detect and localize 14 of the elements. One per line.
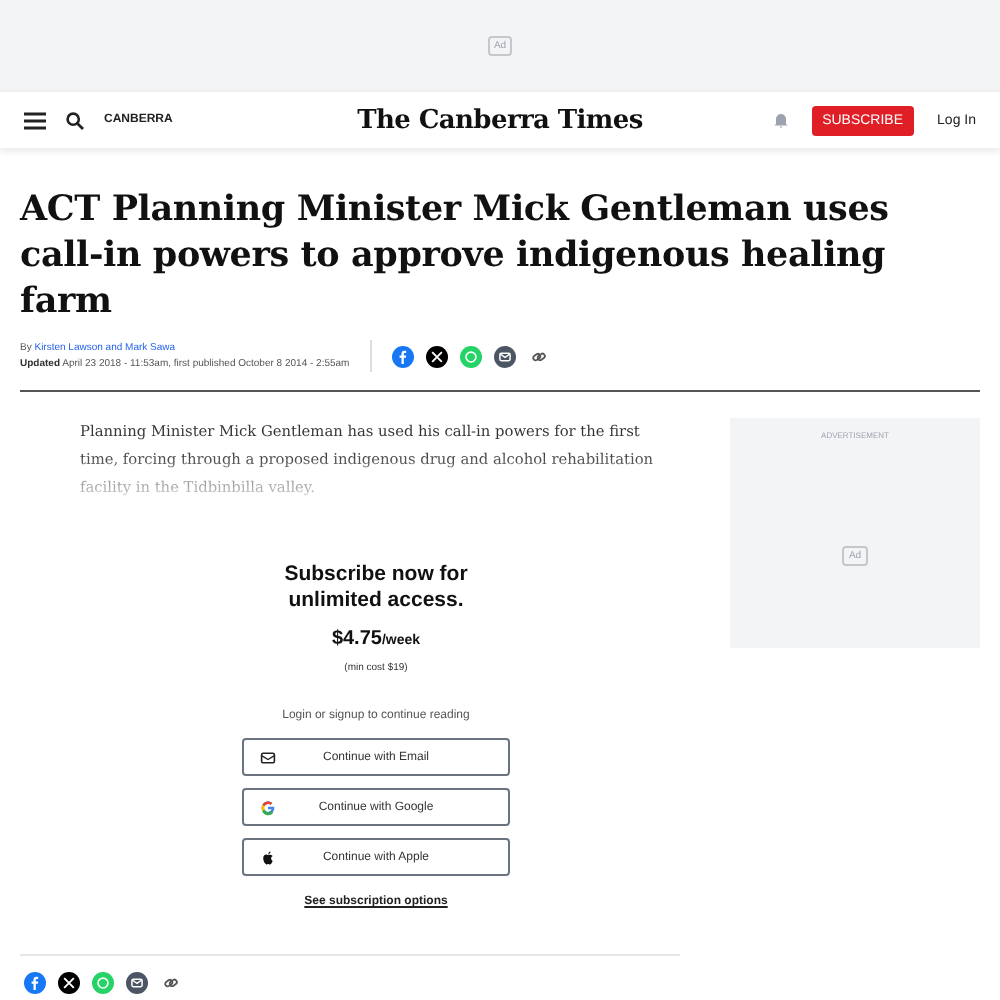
apple-icon <box>260 849 276 865</box>
facebook-icon[interactable] <box>24 972 46 994</box>
article-headline: ACT Planning Minister Mick Gentleman uses call-in powers to approve indigenous healing farm <box>20 188 891 326</box>
facebook-icon[interactable] <box>391 345 414 367</box>
email-icon[interactable] <box>126 972 148 994</box>
x-logo-icon[interactable] <box>425 345 448 367</box>
email-icon[interactable] <box>493 345 516 367</box>
paywall-title: Subscribe now for unlimited access. <box>282 562 470 614</box>
google-icon <box>260 799 276 815</box>
search-icon[interactable] <box>66 111 84 129</box>
email-icon <box>260 749 276 765</box>
site-logo[interactable]: The Canberra Times <box>357 105 643 135</box>
menu-icon[interactable] <box>24 111 46 129</box>
x-logo-icon[interactable] <box>58 972 80 994</box>
